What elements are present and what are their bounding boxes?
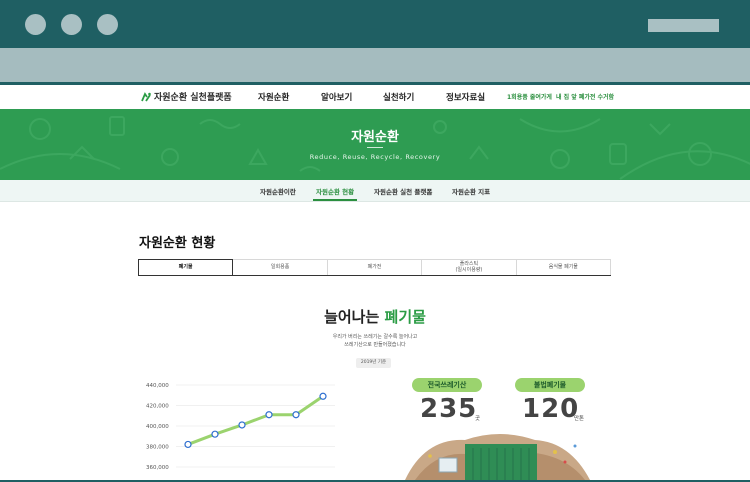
chart-data-point[interactable] — [319, 392, 327, 400]
browser-title-bar — [0, 0, 750, 48]
subnav-active-indicator — [313, 199, 357, 201]
banner-subtitle: Reduce, Reuse, Recycle, Recovery — [309, 153, 441, 161]
tab-appliances[interactable]: 폐가전 — [327, 259, 423, 275]
chart-series-line — [187, 395, 324, 446]
subnav-what-is[interactable]: 자원순환이란 — [260, 186, 296, 196]
y-tick-label: 360,000 — [146, 465, 169, 471]
browser-menu-bar[interactable] — [648, 19, 719, 32]
category-tabs: 폐기물 일회용품 폐가전 플라스틱 (일시이용량) 음식물 폐기물 — [138, 259, 612, 276]
tab-food-waste[interactable]: 음식물 폐기물 — [516, 259, 612, 275]
chart-data-point[interactable] — [211, 430, 219, 438]
site-header: 자원순환 실천플랫폼 자원순환 알아보기 실천하기 정보자료실 1회용품 줄여가… — [0, 85, 750, 109]
stat-value-illegal-waste: 120 — [522, 394, 580, 424]
y-tick-label: 440,000 — [146, 383, 169, 389]
logo-text: 자원순환 실천플랫폼 — [154, 93, 232, 103]
tab-plastic[interactable]: 플라스틱 (일시이용량) — [422, 259, 517, 275]
nav-item-resource-cycle[interactable]: 자원순환 — [258, 91, 289, 103]
nav-item-practice[interactable]: 실천하기 — [383, 91, 414, 103]
window-close-dot[interactable] — [25, 14, 46, 35]
window-minimize-dot[interactable] — [61, 14, 82, 35]
infographic-title: 늘어나는 폐기물 — [324, 308, 426, 326]
year-badge: 2019년 기준 — [356, 358, 391, 368]
y-tick-label: 420,000 — [146, 404, 169, 410]
window-maximize-dot[interactable] — [97, 14, 118, 35]
tab-waste[interactable]: 폐기물 — [138, 259, 234, 275]
stat-unit-illegal-waste: 만톤 — [574, 416, 585, 422]
y-tick-label: 380,000 — [146, 445, 169, 451]
tab-disposables[interactable]: 일회용품 — [233, 259, 328, 275]
subnav-platform[interactable]: 자원순환 실천 플랫폼 — [374, 186, 432, 196]
site-logo[interactable]: 자원순환 실천플랫폼 — [140, 90, 232, 103]
infographic-description: 우리가 버리는 쓰레기는 갈수록 늘어나고 쓰레기산으로 만들어졌습니다 — [332, 334, 418, 348]
nav-item-info-room[interactable]: 정보자료실 — [446, 91, 485, 103]
chart-data-point[interactable] — [292, 411, 300, 419]
y-tick-label: 400,000 — [146, 424, 169, 430]
link-reduce-disposables[interactable]: 1회용품 줄여가게 — [507, 92, 552, 101]
stat-value-waste-mountains: 235 — [420, 394, 478, 424]
waste-mountain-illustration — [405, 434, 590, 480]
stat-label-illegal-waste: 불법폐기물 — [515, 378, 585, 392]
page-banner: 자원순환 Reduce, Reuse, Recycle, Recovery — [0, 109, 750, 180]
chart-data-point[interactable] — [238, 421, 246, 429]
subnav-indicators[interactable]: 자원순환 지표 — [452, 186, 490, 196]
stat-label-waste-mountains: 전국쓰레기산 — [412, 378, 482, 392]
recycle-logo-icon — [141, 91, 151, 101]
banner-divider — [367, 147, 383, 148]
link-appliance-collection[interactable]: 내 집 앞 폐가전 수거함 — [556, 92, 614, 101]
chart-data-point[interactable] — [265, 411, 273, 419]
page-title: 자원순환 현황 — [139, 236, 216, 251]
nav-item-learn[interactable]: 알아보기 — [321, 91, 352, 103]
banner-title: 자원순환 — [351, 130, 399, 145]
waste-line-chart: 440,000 420,000 400,000 380,000 360,000 — [146, 383, 335, 471]
browser-address-area[interactable] — [0, 48, 750, 82]
subnav-status[interactable]: 자원순환 현황 — [316, 186, 354, 196]
sub-navigation: 자원순환이란 자원순환 현황 자원순환 실천 플랫폼 자원순환 지표 — [0, 180, 750, 202]
chart-data-point[interactable] — [184, 440, 192, 449]
stat-unit-waste-mountains: 곳 — [475, 416, 481, 422]
